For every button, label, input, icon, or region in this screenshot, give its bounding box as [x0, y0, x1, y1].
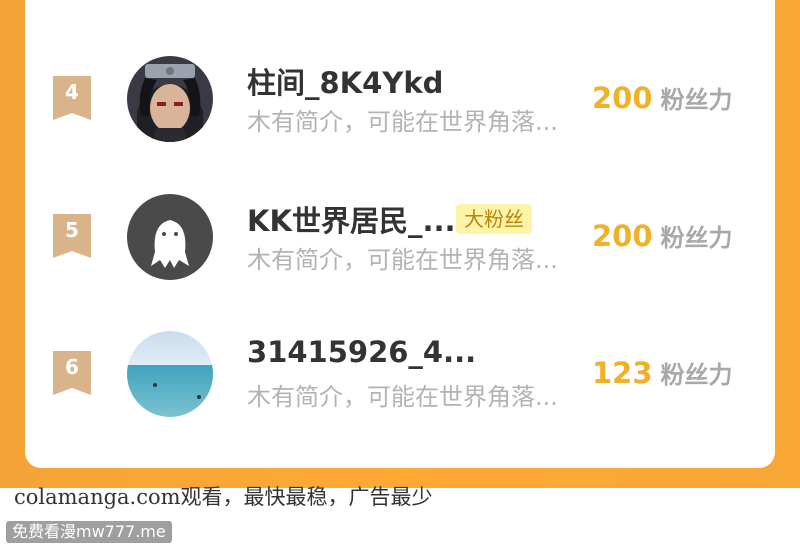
rank-number: 6	[65, 355, 79, 379]
fan-power: 200 粉丝力	[592, 218, 733, 253]
avatar[interactable]	[127, 331, 213, 417]
fan-power-count: 200	[592, 81, 653, 115]
avatar[interactable]	[127, 194, 213, 280]
rank-badge: 4	[53, 76, 91, 120]
list-item[interactable]: 5 KK世界居民_... 大粉丝 木有简介，可能在世界角落... 200 粉丝力	[0, 188, 800, 288]
site-notice: colamanga.com观看，最快最稳，广告最少	[14, 485, 433, 509]
rank-number: 4	[65, 80, 79, 104]
list-item[interactable]: 6 31415926_4... 木有简介，可能在世界角落... 123 粉丝力	[0, 325, 800, 425]
fan-power-label: 粉丝力	[660, 224, 733, 252]
bio-text: 木有简介，可能在世界角落...	[247, 383, 558, 411]
username[interactable]: KK世界居民_...	[247, 198, 456, 240]
username[interactable]: 柱间_8K4Ykd	[247, 60, 443, 102]
username[interactable]: 31415926_4...	[247, 335, 476, 369]
rank-badge: 5	[53, 214, 91, 258]
fan-power-count: 123	[592, 356, 653, 390]
avatar[interactable]	[127, 56, 213, 142]
big-fan-badge: 大粉丝	[456, 204, 532, 234]
fan-power-label: 粉丝力	[660, 361, 733, 389]
bio-text: 木有简介，可能在世界角落...	[247, 246, 558, 274]
bio-text: 木有简介，可能在世界角落...	[247, 108, 558, 136]
rank-badge: 6	[53, 351, 91, 395]
fan-power: 200 粉丝力	[592, 80, 733, 115]
fan-power-count: 200	[592, 219, 653, 253]
fan-power: 123 粉丝力	[592, 355, 733, 390]
watermark: 免费看漫mw777.me	[6, 521, 172, 543]
rank-number: 5	[65, 218, 79, 242]
list-item[interactable]: 4 柱间_8K4Ykd 木有简介，可能在世界角落... 200 粉丝力	[0, 50, 800, 150]
fan-power-label: 粉丝力	[660, 86, 733, 114]
